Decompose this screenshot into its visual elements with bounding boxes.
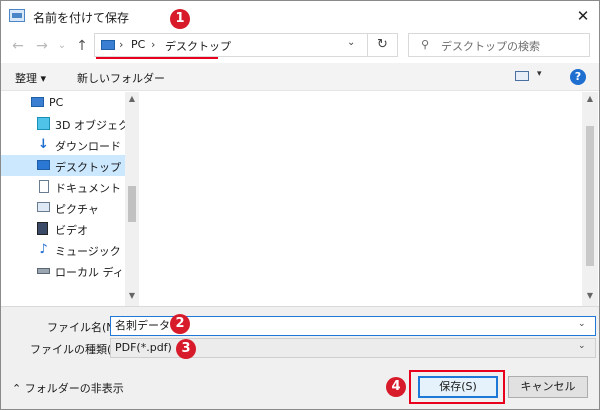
back-button[interactable]: ←: [8, 36, 28, 56]
chevron-down-icon[interactable]: ⌄: [578, 341, 586, 351]
hide-folders-button[interactable]: ⌃ フォルダーの非表示: [12, 380, 124, 396]
address-bar[interactable]: › PC › デスクトップ ⌄: [94, 33, 368, 57]
scrollbar-thumb[interactable]: [586, 126, 594, 266]
document-icon: [39, 180, 49, 193]
forward-button[interactable]: →: [32, 36, 52, 56]
file-list-scrollbar[interactable]: ▲ ▼: [582, 92, 598, 306]
save-button[interactable]: 保存(S): [418, 376, 498, 398]
file-list-pane[interactable]: ▲ ▼: [140, 92, 598, 306]
3d-objects-icon: [37, 117, 50, 130]
marker-1: 1: [170, 9, 190, 29]
nav-item-label: PC: [49, 96, 64, 109]
nav-item-label: ピクチャ: [55, 203, 99, 216]
address-highlight-underline: [96, 57, 218, 59]
breadcrumb-desktop[interactable]: デスクトップ: [165, 38, 231, 54]
window-title: 名前を付けて保存: [33, 11, 130, 25]
toolbar: 整理 ▾ 新しいフォルダー ▾ ?: [1, 63, 599, 91]
scroll-down-icon[interactable]: ▼: [582, 291, 598, 300]
title-bar: 名前を付けて保存 ✕: [1, 1, 599, 31]
search-icon: ⚲: [421, 38, 430, 51]
search-placeholder: デスクトップの検索: [441, 40, 540, 53]
pc-icon: [31, 97, 44, 107]
view-options-button[interactable]: ▾: [515, 69, 551, 85]
scrollbar-thumb[interactable]: [128, 186, 136, 222]
navigation-pane-scrollbar[interactable]: ▲ ▼: [125, 92, 139, 306]
nav-item-downloads[interactable]: ↓ ダウンロード: [1, 134, 125, 155]
chevron-down-icon: ▾: [537, 69, 542, 79]
nav-item-label: デスクトップ: [55, 161, 121, 174]
breadcrumb-pc[interactable]: PC: [131, 38, 145, 51]
scroll-up-icon[interactable]: ▲: [582, 94, 598, 103]
nav-item-label: ローカル ディスク (: [55, 266, 125, 279]
marker-4: 4: [386, 377, 406, 397]
view-icon: [515, 71, 529, 81]
music-icon: ♪: [39, 242, 48, 257]
pictures-icon: [37, 202, 50, 212]
breadcrumb-separator: ›: [119, 38, 124, 51]
nav-item-pictures[interactable]: ピクチャ: [1, 197, 125, 218]
nav-item-documents[interactable]: ドキュメント: [1, 176, 125, 197]
new-folder-button[interactable]: 新しいフォルダー: [77, 70, 165, 86]
recent-locations-chevron-icon[interactable]: ⌄: [52, 36, 72, 56]
nav-item-desktop[interactable]: デスクトップ: [1, 155, 125, 176]
desktop-icon: [37, 160, 50, 170]
local-disk-icon: [37, 268, 50, 274]
organize-button[interactable]: 整理 ▾: [15, 70, 46, 86]
nav-item-music[interactable]: ♪ ミュージック: [1, 239, 125, 260]
pc-icon: [101, 40, 115, 50]
search-input[interactable]: ⚲ デスクトップの検索: [408, 33, 590, 57]
nav-item-local-disk[interactable]: ローカル ディスク (: [1, 260, 125, 281]
refresh-button[interactable]: ↻: [368, 33, 398, 57]
download-icon: ↓: [38, 137, 49, 152]
up-button[interactable]: ↑: [72, 36, 92, 56]
marker-3: 3: [176, 339, 196, 359]
nav-item-label: ドキュメント: [55, 182, 121, 195]
nav-item-label: ビデオ: [55, 224, 88, 237]
breadcrumb-separator: ›: [151, 38, 156, 51]
cancel-button[interactable]: キャンセル: [508, 376, 588, 398]
chevron-down-icon[interactable]: ⌄: [578, 319, 586, 329]
scroll-down-icon[interactable]: ▼: [125, 291, 139, 300]
nav-item-pc[interactable]: PC: [1, 92, 125, 113]
nav-item-label: ミュージック: [55, 245, 121, 258]
video-icon: [37, 222, 48, 235]
nav-item-videos[interactable]: ビデオ: [1, 218, 125, 239]
scroll-up-icon[interactable]: ▲: [125, 94, 139, 103]
nav-item-3d-objects[interactable]: 3D オブジェクト: [1, 113, 140, 134]
address-dropdown-icon[interactable]: ⌄: [347, 37, 355, 48]
nav-item-label: ダウンロード: [55, 140, 121, 153]
help-icon[interactable]: ?: [570, 69, 586, 85]
app-window-icon: [9, 9, 25, 22]
close-button[interactable]: ✕: [567, 2, 599, 30]
marker-2: 2: [170, 314, 190, 334]
navigation-pane: PC 3D オブジェクト ↓ ダウンロード デスクトップ ドキュメント ピクチャ…: [1, 92, 140, 306]
